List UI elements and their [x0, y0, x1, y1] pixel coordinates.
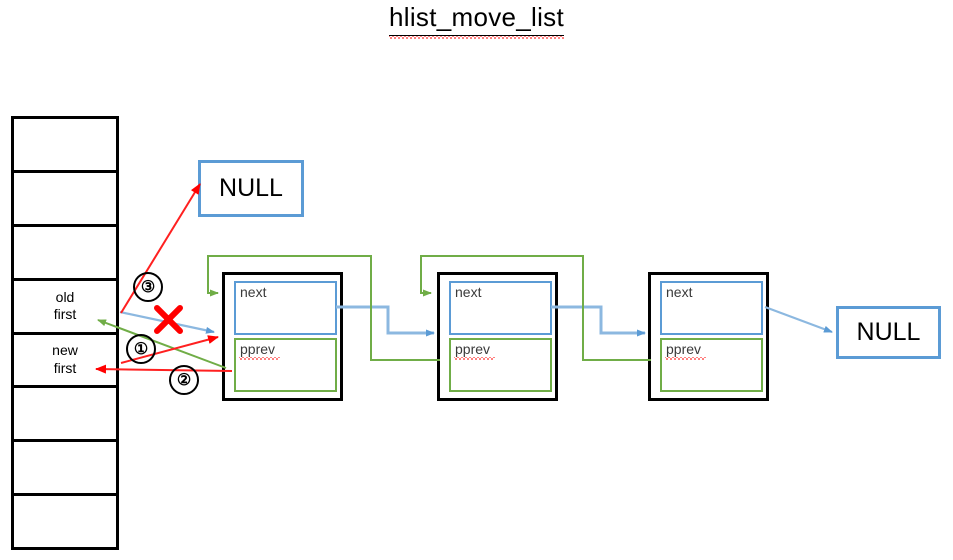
node-1-pprev-label: pprev: [238, 341, 281, 360]
step-marker-2-label: ②: [176, 372, 192, 389]
step-marker-1: ①: [126, 334, 156, 364]
step-marker-3-label: ③: [140, 279, 156, 296]
page-title: hlist_move_list: [0, 2, 953, 39]
bucket-cell-2[interactable]: [14, 227, 116, 281]
null-box-right: NULL: [836, 306, 941, 359]
null-box-top-label: NULL: [219, 174, 283, 202]
next-pointer-node2-to-node3: [551, 305, 646, 337]
node-2-pprev-field: pprev: [449, 338, 552, 392]
bucket-cell-1[interactable]: [14, 173, 116, 227]
hash-bucket-table: old first new first: [11, 116, 119, 550]
bucket-cell-7[interactable]: [14, 496, 116, 547]
old-first-line-2: first: [53, 306, 77, 323]
diagram-canvas: hlist_move_list old first new first NULL…: [0, 0, 953, 560]
bucket-cell-old-first[interactable]: old first: [14, 281, 116, 335]
bucket-cell-0[interactable]: [14, 119, 116, 173]
step-marker-2: ②: [169, 365, 199, 395]
next-pointer-node3-to-null: [764, 305, 833, 334]
next-pointer-node1-to-node2: [336, 305, 435, 337]
new-first-line-2: first: [53, 359, 77, 376]
old-first-pointer-to-node1: [119, 310, 215, 334]
new-first-line-1: new: [52, 342, 78, 359]
node-2-next-label: next: [455, 284, 482, 300]
node-1-next-label: next: [240, 284, 267, 300]
node-2-next-field: next: [449, 281, 552, 335]
node-3-next-field: next: [660, 281, 763, 335]
node-3-next-label: next: [666, 284, 693, 300]
step-marker-1-label: ①: [133, 341, 149, 358]
null-box-top: NULL: [198, 160, 304, 217]
bucket-cell-5[interactable]: [14, 388, 116, 443]
old-first-line-1: old: [55, 288, 75, 305]
cross-mark-icon: [154, 305, 183, 334]
node-2-pprev-label: pprev: [453, 341, 496, 360]
bucket-cell-6[interactable]: [14, 442, 116, 497]
node-1-pprev-field: pprev: [234, 338, 337, 392]
step-marker-3: ③: [133, 272, 163, 302]
hlist-node-1: next pprev: [222, 272, 343, 401]
hlist-node-2: next pprev: [437, 272, 558, 401]
null-box-right-label: NULL: [856, 318, 921, 346]
node-3-pprev-label: pprev: [664, 341, 707, 360]
hlist-node-3: next pprev: [648, 272, 769, 401]
page-title-text: hlist_move_list: [388, 2, 565, 39]
bucket-cell-new-first[interactable]: new first: [14, 335, 116, 389]
node-3-pprev-field: pprev: [660, 338, 763, 392]
node-1-next-field: next: [234, 281, 337, 335]
